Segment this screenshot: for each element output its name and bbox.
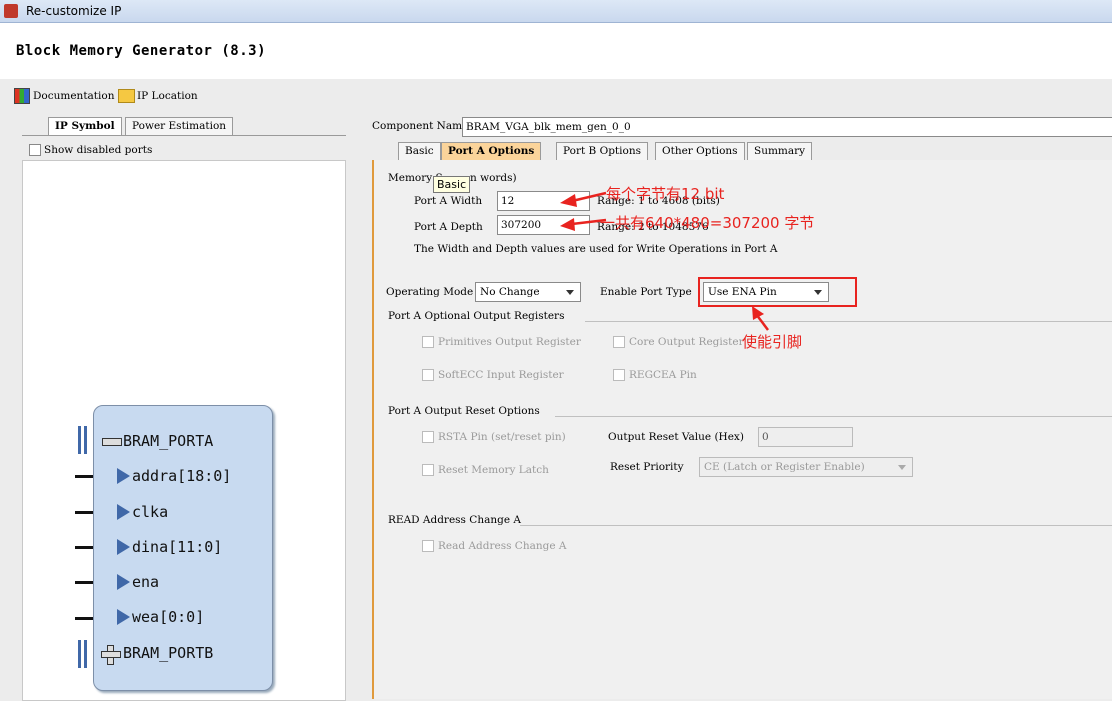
width-annotation: 每个字节有12 bit [606, 185, 725, 203]
enable-annotation: 使能引脚 [742, 333, 803, 351]
annotation-arrows [560, 191, 769, 331]
depth-annotation: 一共有640*480=307200 字节 [600, 214, 815, 232]
